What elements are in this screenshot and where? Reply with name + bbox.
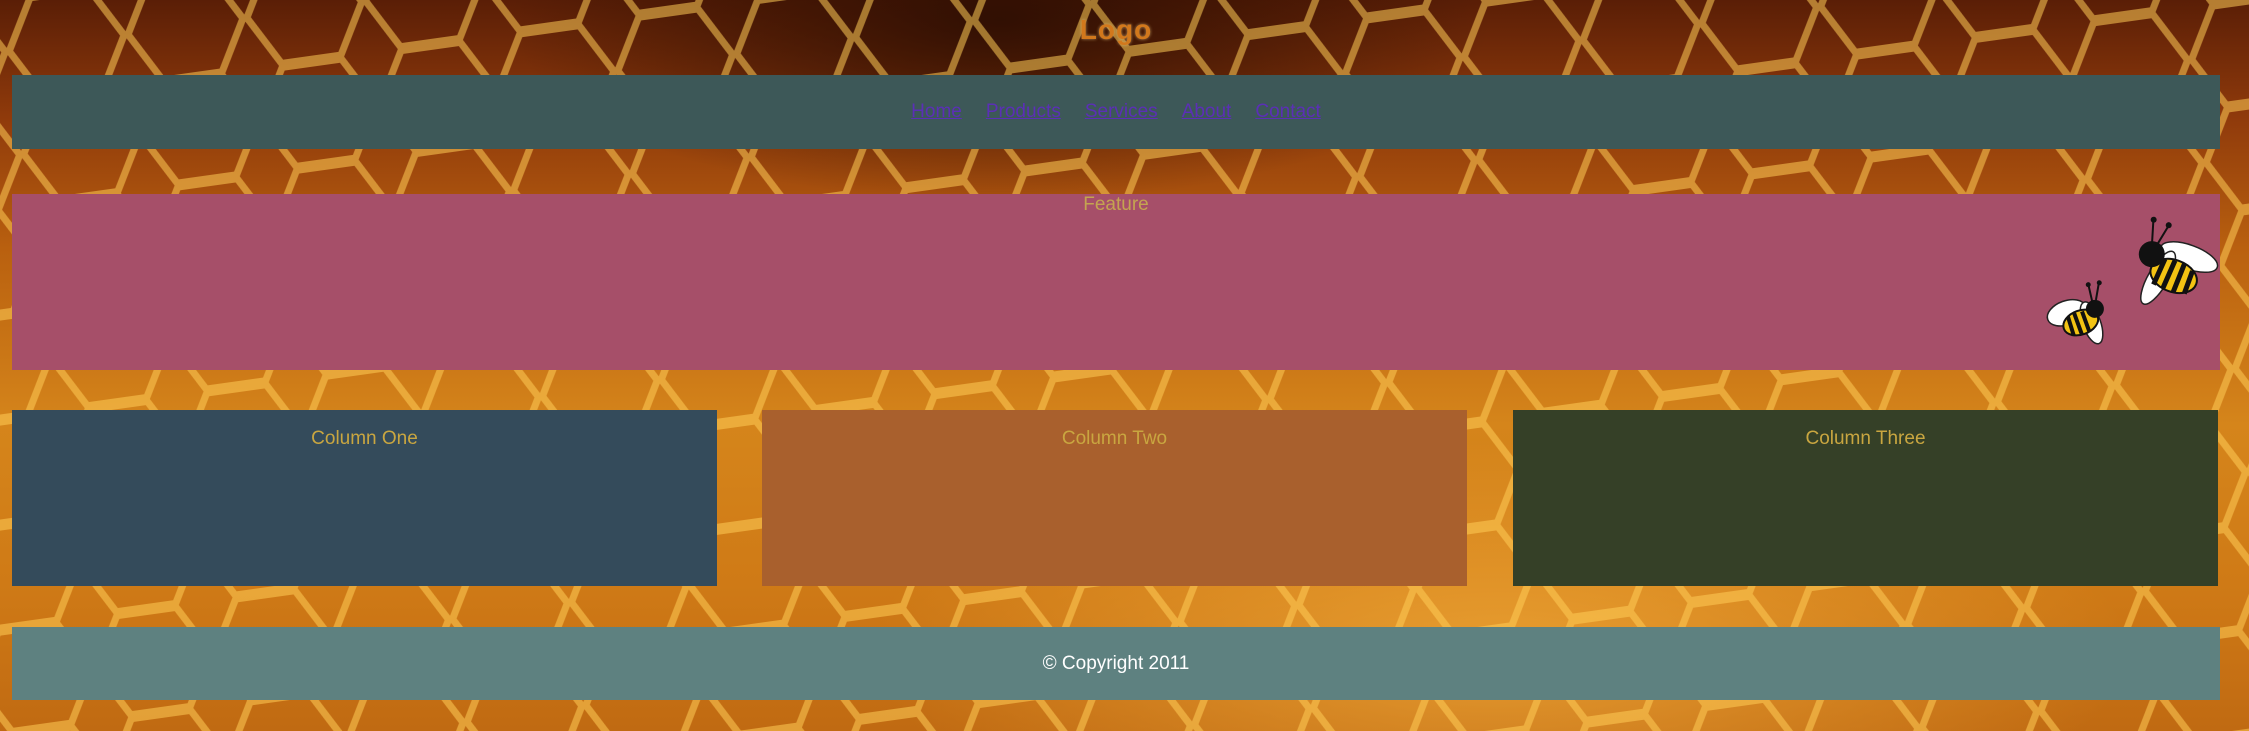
bee-icon xyxy=(2046,216,2219,345)
column-one-title: Column One xyxy=(311,428,418,449)
feature-section: Feature xyxy=(12,194,2220,370)
column-three-title: Column Three xyxy=(1805,428,1926,449)
nav-link-about[interactable]: About xyxy=(1182,101,1232,123)
nav-link-products[interactable]: Products xyxy=(986,101,1061,123)
site-logo[interactable]: Logo xyxy=(0,14,2232,46)
copyright-text: © Copyright 2011 xyxy=(1042,652,1190,674)
main-navigation: Home Products Services About Contact xyxy=(12,75,2220,149)
column-two: Column Two xyxy=(762,410,1467,586)
nav-link-contact[interactable]: Contact xyxy=(1255,101,1320,123)
column-three: Column Three xyxy=(1513,410,2218,586)
column-one: Column One xyxy=(12,410,717,586)
nav-link-home[interactable]: Home xyxy=(911,101,962,123)
feature-title: Feature xyxy=(1083,194,1149,215)
column-two-title: Column Two xyxy=(1061,428,1168,449)
footer: © Copyright 2011 xyxy=(12,627,2220,700)
nav-link-services[interactable]: Services xyxy=(1085,101,1158,123)
